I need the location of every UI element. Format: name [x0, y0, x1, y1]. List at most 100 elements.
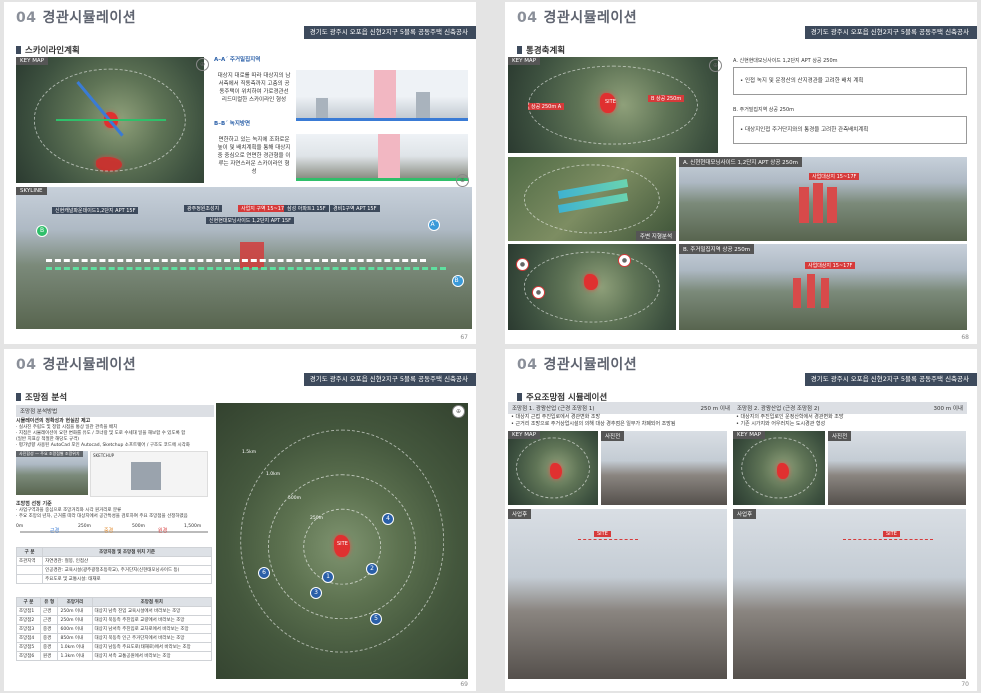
chapter-title: 경관시뮬레이션 — [42, 10, 137, 26]
table-row: 주요도로 및 교통시설: 태재로 — [15, 574, 212, 584]
page-number: 69 — [460, 681, 468, 688]
project-banner: 경기도 광주시 오포읍 신현2지구 5블록 공동주택 신축공사 — [805, 373, 977, 386]
real-photo: 사진합성 — 주요 조망점별 조망위치 — [16, 451, 88, 495]
marker-b-prime: B´ — [452, 275, 464, 287]
building-block — [416, 92, 430, 118]
viewpoint-marker-5: 5 — [370, 613, 382, 625]
viewpoint-2-after-photo: 사업후 SITE — [733, 509, 966, 679]
compass-icon: ⊕ — [709, 59, 722, 72]
keymap-label: KEY MAP — [733, 431, 766, 439]
cell: 대상지 남측 진입 교육시설에서 바라보는 조망 — [91, 606, 213, 616]
cell: 대상지 남동측 주요도로(태재로)에서 바라보는 조망 — [91, 642, 213, 652]
project-banner: 경기도 광주시 오포읍 신현2지구 5블록 공동주택 신축공사 — [304, 373, 476, 386]
map-tag-b: B 상공 250m — [648, 95, 685, 102]
chapter-number: 04 — [16, 357, 37, 373]
viewpoint-icon: ● — [618, 254, 631, 267]
page-68: 04 경관시뮬레이션 경기도 광주시 오포읍 신현2지구 5블록 공동주택 신축공… — [505, 2, 977, 344]
site-tower — [799, 187, 809, 223]
site-section-marker — [96, 157, 122, 171]
chapter-title: 경관시뮬레이션 — [543, 10, 638, 26]
after-label: 사업후 — [508, 509, 532, 519]
viewpoint-1-header: 조망점 1. 광왕산업 (근경 조망점 1) 250 m 이내 — [508, 402, 734, 414]
site-tag: SITE — [605, 99, 616, 105]
scale-line — [20, 531, 208, 533]
building-tag: 신현현대모닝사이드 1,2단지 APT 15F — [206, 217, 295, 224]
table-row: 조관지역 자연경관: 철봉, 인접산 — [15, 556, 212, 566]
viewpoint-marker-6: 6 — [258, 567, 270, 579]
cell: 대상지 남서측 주진입로 교차로에서 바라보는 조망 — [91, 624, 213, 634]
document-spread: 04 경관시뮬레이션 경기도 광주시 오포읍 신현2지구 5블록 공동주택 신축공… — [0, 0, 981, 693]
cell: 중경 — [39, 633, 59, 643]
note-line: • 대상지의 주진입로인 운정산학에서 경관변화 조망 — [736, 414, 844, 420]
method-header: 조망점 분석방법 — [16, 405, 214, 417]
viewpoint-marker-4: 4 — [382, 513, 394, 525]
page-70: 04 경관시뮬레이션 경기도 광주시 오포읍 신현2지구 5블록 공동주택 신축공… — [505, 349, 977, 691]
section-bb-diagram — [296, 134, 468, 181]
viewpoint-marker-1: 1 — [322, 571, 334, 583]
table-row: 조망점4 중경 850m 이내 대상지 북동측 인근 주거단지에서 바라보는 조망 — [16, 633, 213, 643]
real-photo-label: 사진합성 — 주요 조망점별 조망위치 — [16, 451, 83, 457]
scale-band-far: 원경 — [158, 528, 168, 534]
cell: 자연경관: 철봉, 인접산 — [42, 556, 212, 566]
cell: 250m 이내 — [57, 606, 93, 616]
site-marker — [104, 112, 118, 128]
criteria-title: 조망점 선정 기준 — [16, 501, 52, 507]
note-line: • 근거리 조망으로 주거상업시설의 의해 대상 경추점은 일부가 차폐되어 조… — [511, 421, 676, 427]
viewpoint-1-distance: 250 m 이내 — [700, 406, 730, 412]
note-line: • 기존 시가지와 어우러지는 도시경관 형성 — [736, 421, 826, 427]
table-header: 조망점 위치 — [91, 597, 213, 607]
map-tag-a: 상공 250m A — [528, 103, 565, 110]
before-label: 사진전 — [828, 431, 852, 441]
cell: 1.3km 이내 — [57, 651, 93, 661]
terrain-analysis-label: 주변 지형분석 — [635, 231, 676, 241]
compass-icon: ⊕ — [452, 405, 465, 418]
distance-label: 500m — [288, 496, 301, 501]
section-title: 조망점 분석 — [16, 391, 67, 403]
terrain-analysis-map: 주변 지형분석 — [508, 157, 676, 241]
criteria-line: · 주요 조망의 년차, 근거를 따라 대상지에서 공간특성을 검토하여 주요 … — [16, 514, 188, 519]
note-a-text: • 인접 녹지 및 운정산의 산지경관을 고려한 배치 계획 — [740, 78, 864, 84]
cell: 대상지 북동측 주진입로 교량에서 바라보는 조망 — [91, 615, 213, 625]
viewpoint-table: 구 분 유 형 조망거리 조망점 위치 조망점1 근경 250m 이내 대상지 남측 … — [16, 597, 213, 661]
chapter-number: 04 — [16, 10, 37, 26]
site-marker — [584, 274, 598, 290]
note-a-box: • 인접 녹지 및 운정산의 산지경관을 고려한 배치 계획 — [733, 67, 967, 95]
table-header: 구 분 — [16, 597, 41, 607]
chapter-number: 04 — [517, 357, 538, 373]
cell: 근경 — [39, 606, 59, 616]
cell: 조망점5 — [16, 642, 41, 652]
site-marker — [550, 463, 562, 479]
distance-scale: 0m 근경 250m 중경 500m 원경 1,500m — [16, 523, 212, 541]
site-tower — [813, 183, 823, 223]
project-banner: 경기도 광주시 오포읍 신현2지구 5블록 공동주택 신축공사 — [805, 26, 977, 39]
before-label: 사진전 — [601, 431, 625, 441]
note-b-box: • 대상지인접 주거단지와의 통경을 고려한 관측배치계획 — [733, 116, 967, 144]
model-building — [131, 462, 161, 490]
page-title: 04 경관시뮬레이션 — [16, 354, 136, 374]
site-tag: 사업지 구역 15~17F — [238, 205, 290, 212]
cell: 250m 이내 — [57, 615, 93, 625]
viewpoint-icon: ● — [516, 258, 529, 271]
viewpoint-icon: ● — [532, 286, 545, 299]
note-b-title: B. 주거밀집지역 상공 250m — [733, 107, 795, 113]
criteria-table: 구 분 조망지점 및 조망점 위치 기준 조관지역 자연경관: 철봉, 인접산 인공… — [15, 547, 212, 584]
site-tag: SITE — [337, 541, 348, 547]
site-tower — [821, 278, 829, 308]
site-highlight — [374, 70, 396, 118]
sketchup-model: SKETCHUP — [90, 451, 208, 497]
site-tag: SITE — [594, 531, 611, 537]
viewpoint-marker-2: 2 — [366, 563, 378, 575]
cell: 주요도로 및 교통시설: 태재로 — [42, 574, 212, 584]
cell: 조망점4 — [16, 633, 41, 643]
key-map: KEY MAP — [16, 57, 204, 183]
distance-label: 1.5km — [242, 450, 257, 455]
keymap-label: KEY MAP — [508, 431, 541, 439]
view-a-simulation: A. 신현현대모닝사이드 1,2단지 APT 상공 250m 사업대상지 15~… — [679, 157, 967, 241]
cell: 조관지역 — [15, 556, 44, 566]
scale-band-near: 근경 — [50, 528, 60, 534]
cell: 인공경관: 교육시설(광주광정초등학교), 주거단지(신현태모닝사이드 등) — [42, 565, 212, 575]
viewpoint-1-after-photo: 사업후 SITE — [508, 509, 727, 679]
section-title: 스카이라인계획 — [16, 44, 80, 56]
page-title: 04 경관시뮬레이션 — [16, 7, 136, 27]
site-tower — [827, 187, 837, 223]
